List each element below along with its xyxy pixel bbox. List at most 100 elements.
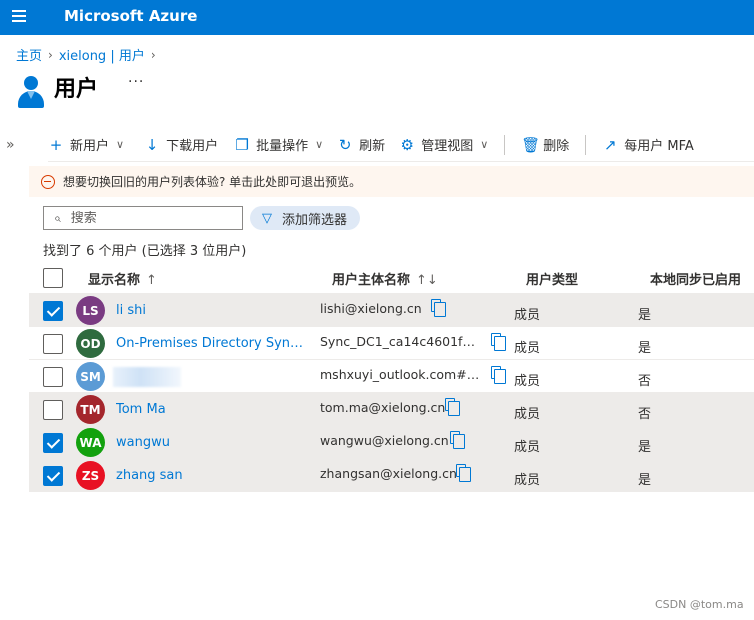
row-checkbox[interactable]	[43, 433, 63, 453]
refresh-label: 刷新	[359, 139, 386, 154]
add-filter-label: 添加筛选器	[282, 212, 348, 228]
result-summary: 找到了 6 个用户 (已选择 3 位用户)	[43, 244, 247, 259]
per-user-mfa-button[interactable]: ↗ 每用户 MFA	[602, 128, 694, 162]
user-display-name-link[interactable]: zhang san	[116, 468, 306, 483]
user-principal-name: zhangsan@xielong.cn	[320, 466, 457, 481]
sync-enabled: 是	[638, 440, 652, 455]
user-principal-name: Sync_DC1_ca14c4601fbc...	[320, 334, 480, 349]
info-minus-icon	[41, 174, 55, 189]
external-link-icon: ↗	[603, 135, 617, 154]
bulk-operations-button[interactable]: ❐ 批量操作 ∨	[234, 128, 323, 162]
column-header-sync[interactable]: 本地同步已启用	[650, 269, 741, 288]
row-checkbox[interactable]	[43, 301, 63, 321]
user-principal-name: tom.ma@xielong.cn	[320, 400, 446, 415]
page-title: 用户	[54, 77, 99, 102]
top-bar: Microsoft Azure	[0, 0, 754, 35]
column-header-user-type[interactable]: 用户类型	[526, 269, 578, 288]
user-principal-name: mshxuyi_outlook.com#EX...	[320, 367, 480, 382]
user-display-name-link[interactable]: wangwu	[116, 435, 306, 450]
copy-icon[interactable]	[431, 299, 446, 317]
user-type: 成员	[514, 308, 541, 323]
table-row[interactable]: OD On-Premises Directory Synchro... Sync_D…	[29, 327, 754, 360]
sync-enabled: 否	[638, 407, 652, 422]
row-checkbox[interactable]	[43, 400, 63, 420]
more-options-button[interactable]: ···	[128, 74, 144, 90]
user-icon	[16, 74, 46, 110]
column-header-display-name[interactable]: 显示名称 ↑	[88, 269, 157, 288]
new-user-button[interactable]: + 新用户 ∨	[48, 128, 124, 162]
refresh-icon: ↻	[338, 135, 352, 154]
manage-view-label: 管理视图	[421, 139, 474, 154]
download-icon: ↓	[145, 135, 159, 154]
table-row[interactable]: LS li shi lishi@xielong.cn 成员 是	[29, 294, 754, 327]
copy-icon[interactable]	[456, 464, 471, 482]
redacted-name-block	[113, 367, 181, 387]
chevron-right-icon: ›	[48, 47, 53, 62]
user-display-name-link[interactable]: Tom Ma	[116, 402, 306, 417]
chevron-right-icon: ›	[150, 47, 156, 62]
search-icon: ⌕	[54, 210, 61, 225]
watermark: CSDN @tom.ma	[655, 598, 744, 611]
table-row[interactable]: TM Tom Ma tom.ma@xielong.cn 成员 否	[29, 393, 754, 426]
user-display-name-link[interactable]: On-Premises Directory Synchro...	[116, 336, 306, 351]
sync-enabled: 是	[638, 341, 652, 356]
copy-icon[interactable]	[491, 333, 506, 351]
user-type: 成员	[514, 440, 541, 455]
breadcrumb-tenant-users[interactable]: xielong | 用户	[59, 45, 145, 64]
user-principal-name: wangwu@xielong.cn	[320, 433, 449, 448]
download-users-label: 下载用户	[166, 139, 219, 154]
table-row[interactable]: WA wangwu wangwu@xielong.cn 成员 是	[29, 426, 754, 459]
avatar: TM	[76, 395, 105, 424]
avatar: WA	[76, 428, 105, 457]
add-filter-button[interactable]: ▽ 添加筛选器	[250, 206, 360, 230]
toolbar-divider	[585, 134, 587, 155]
copy-icon[interactable]	[445, 398, 460, 416]
hamburger-menu-icon[interactable]	[12, 10, 28, 24]
breadcrumb-home[interactable]: 主页	[16, 45, 42, 64]
select-all-checkbox[interactable]	[43, 268, 63, 288]
user-display-name-link[interactable]: li shi	[116, 303, 306, 318]
chevron-down-icon: ∨	[116, 138, 125, 151]
brand-title[interactable]: Microsoft Azure	[64, 7, 197, 25]
table-row[interactable]: SM mshxuyi_outlook.com#EX... 成员 否	[29, 360, 754, 393]
new-user-label: 新用户	[70, 139, 110, 154]
table-body: LS li shi lishi@xielong.cn 成员是 OD On-Premises…	[29, 293, 754, 492]
chevron-down-icon: ∨	[480, 138, 489, 151]
column-header-upn[interactable]: 用户主体名称 ↑↓	[332, 269, 438, 288]
per-user-mfa-label: 每用户 MFA	[624, 139, 694, 154]
users-table: 显示名称 ↑ 用户主体名称 ↑↓ 用户类型 本地同步已启用 LS li shi lish…	[29, 263, 754, 492]
user-principal-name: lishi@xielong.cn	[320, 301, 422, 316]
row-checkbox[interactable]	[43, 334, 63, 354]
row-checkbox[interactable]	[43, 367, 63, 387]
delete-label: 删除	[543, 139, 570, 154]
filter-icon: ▽	[262, 210, 272, 226]
avatar: LS	[76, 296, 105, 325]
trash-icon: 🗑	[521, 135, 541, 154]
preview-banner[interactable]: 想要切换回旧的用户列表体验? 单击此处即可退出预览。	[29, 166, 754, 197]
banner-text[interactable]: 想要切换回旧的用户列表体验? 单击此处即可退出预览。	[63, 173, 361, 190]
search-input[interactable]	[70, 210, 231, 226]
user-type: 成员	[514, 374, 541, 389]
gear-icon: ⚙	[400, 135, 414, 154]
table-row[interactable]: ZS zhang san zhangsan@xielong.cn 成员 是	[29, 459, 754, 492]
expand-sidebar-icon[interactable]: »	[6, 137, 15, 153]
sync-enabled: 否	[638, 374, 652, 389]
row-checkbox[interactable]	[43, 466, 63, 486]
avatar: OD	[76, 329, 105, 358]
avatar: ZS	[76, 461, 105, 490]
search-box[interactable]: ⌕	[43, 206, 243, 230]
manage-view-button[interactable]: ⚙ 管理视图 ∨	[399, 128, 488, 162]
table-header: 显示名称 ↑ 用户主体名称 ↑↓ 用户类型 本地同步已启用	[29, 263, 754, 293]
user-type: 成员	[514, 341, 541, 356]
breadcrumb: 主页 › xielong | 用户 ›	[16, 45, 156, 65]
bulk-operations-label: 批量操作	[256, 139, 309, 154]
chevron-down-icon: ∨	[315, 138, 324, 151]
refresh-button[interactable]: ↻ 刷新	[337, 128, 385, 162]
copy-icon[interactable]	[491, 366, 506, 384]
command-bar: + 新用户 ∨ ↓ 下载用户 ❐ 批量操作 ∨ ↻ 刷新 ⚙ 管理视图 ∨ 🗑 …	[48, 128, 754, 162]
plus-icon: +	[49, 135, 63, 154]
toolbar-divider	[504, 134, 506, 155]
delete-button[interactable]: 🗑 删除	[521, 128, 569, 162]
download-users-button[interactable]: ↓ 下载用户	[144, 128, 218, 162]
copy-icon[interactable]	[450, 431, 465, 449]
